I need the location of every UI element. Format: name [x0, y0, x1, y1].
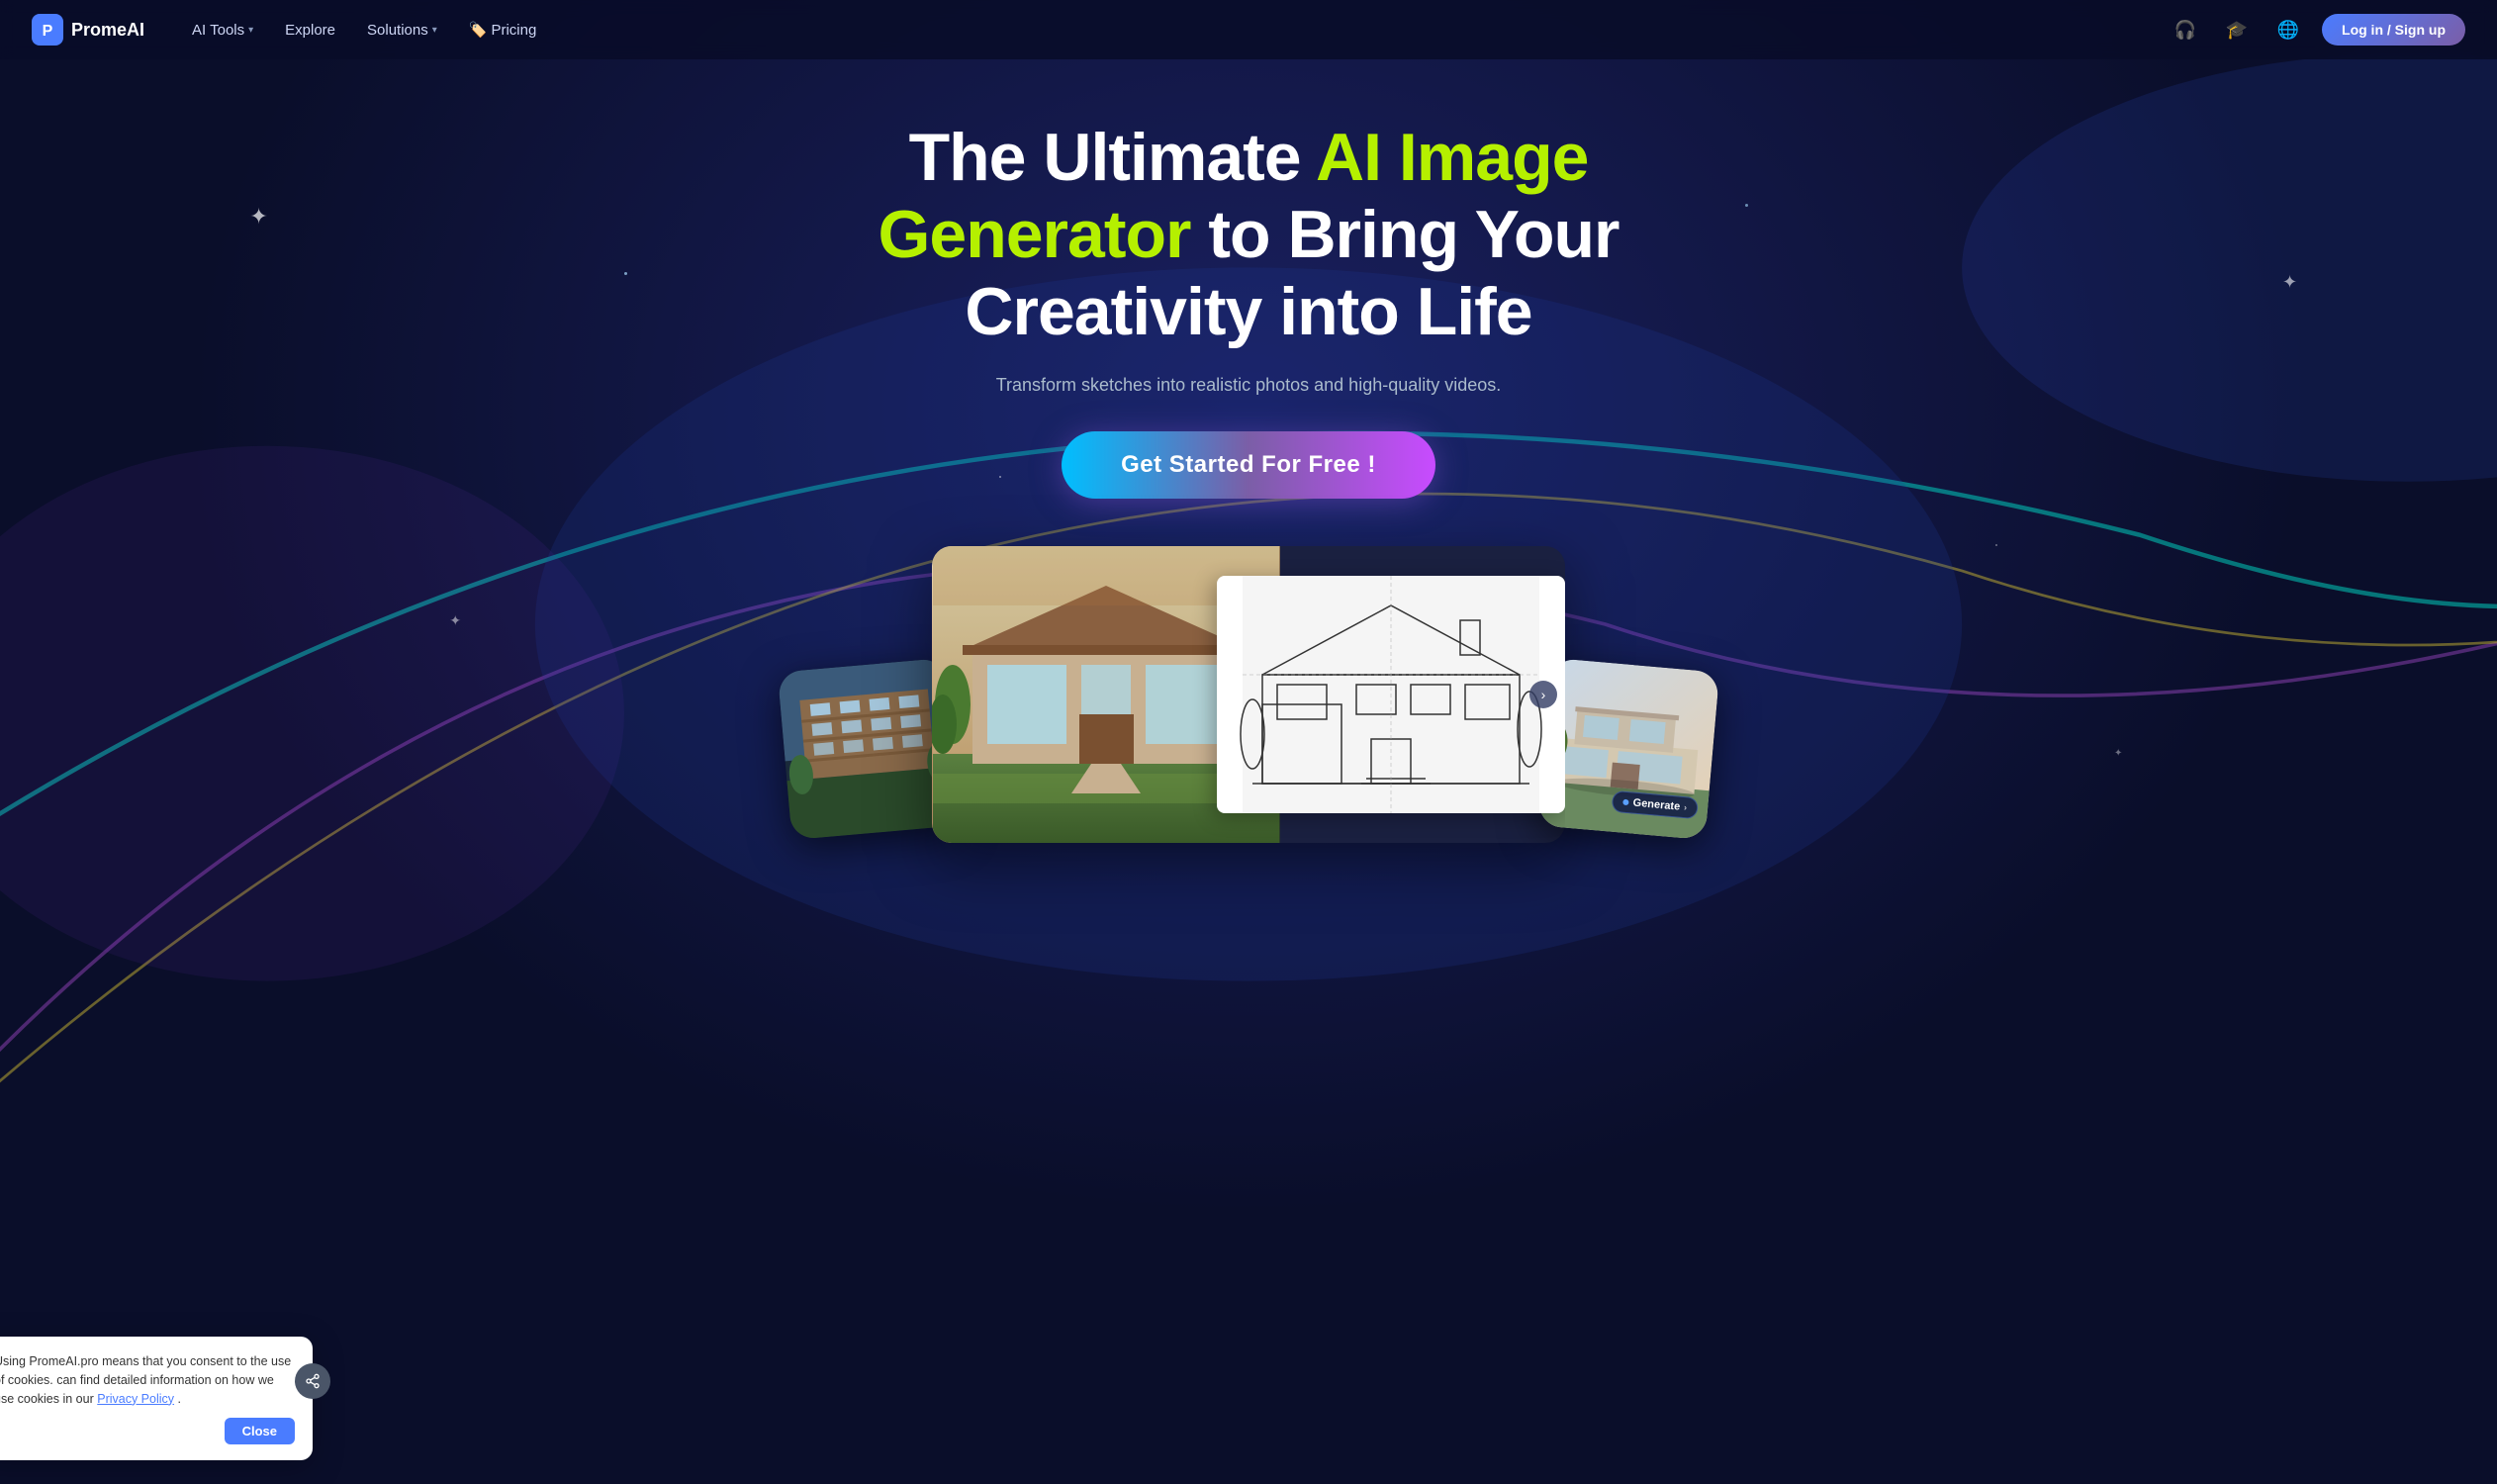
cookie-actions: Close	[0, 1418, 295, 1444]
navbar: P PromeAI AI Tools ▾ Explore Solutions ▾…	[0, 0, 2497, 59]
login-button[interactable]: Log in / Sign up	[2322, 14, 2465, 46]
showcase-main: ›	[932, 546, 1565, 843]
share-icon[interactable]	[295, 1363, 330, 1399]
logo-text: PromeAI	[71, 20, 144, 41]
hero-showcase: ›	[655, 546, 1842, 843]
next-arrow-button[interactable]: ›	[1529, 681, 1557, 708]
nav-item-pricing[interactable]: 🏷️ Pricing	[469, 21, 537, 39]
chevron-down-icon: ▾	[248, 25, 253, 36]
nav-link-pricing[interactable]: 🏷️ Pricing	[469, 21, 537, 39]
hero-title-part1: The Ultimate	[909, 120, 1316, 195]
nav-link-aitools[interactable]: AI Tools ▾	[192, 22, 253, 39]
hero-title: The Ultimate AI ImageGenerator to Bring …	[878, 119, 1618, 351]
nav-links: AI Tools ▾ Explore Solutions ▾ 🏷️ Pricin…	[192, 21, 536, 39]
privacy-policy-link[interactable]: Privacy Policy	[97, 1392, 174, 1406]
chevron-down-icon: ▾	[432, 25, 437, 36]
nav-item-explore[interactable]: Explore	[285, 22, 335, 39]
graduation-cap-icon[interactable]: 🎓	[2219, 12, 2255, 47]
svg-text:P: P	[43, 23, 53, 40]
cta-button[interactable]: Get Started For Free !	[1062, 431, 1435, 499]
cookie-text: Using PromeAI.pro means that you consent…	[0, 1352, 295, 1408]
headphones-icon[interactable]: 🎧	[2168, 12, 2203, 47]
nav-right: 🎧 🎓 🌐 Log in / Sign up	[2168, 12, 2465, 47]
logo-link[interactable]: P PromeAI	[32, 14, 144, 46]
generate-dot	[1622, 798, 1629, 805]
nav-link-explore[interactable]: Explore	[285, 22, 335, 39]
logo-icon: P	[32, 14, 63, 46]
cookie-close-button[interactable]: Close	[225, 1418, 295, 1444]
share-svg	[305, 1373, 321, 1389]
globe-icon[interactable]: 🌐	[2270, 12, 2306, 47]
nav-item-aitools[interactable]: AI Tools ▾	[192, 22, 253, 39]
nav-link-solutions[interactable]: Solutions ▾	[367, 22, 437, 39]
nav-item-solutions[interactable]: Solutions ▾	[367, 22, 437, 39]
cookie-banner: Using PromeAI.pro means that you consent…	[0, 1337, 313, 1460]
house-sketch	[1217, 576, 1565, 813]
hero-subtitle: Transform sketches into realistic photos…	[878, 375, 1618, 396]
hero-section: ✦ ✦ ✦ ✦ ✦ The Ultimate AI ImageGenerator…	[0, 0, 2497, 1360]
house-sketch-svg	[1217, 576, 1565, 813]
hero-content: The Ultimate AI ImageGenerator to Bring …	[858, 79, 1638, 499]
